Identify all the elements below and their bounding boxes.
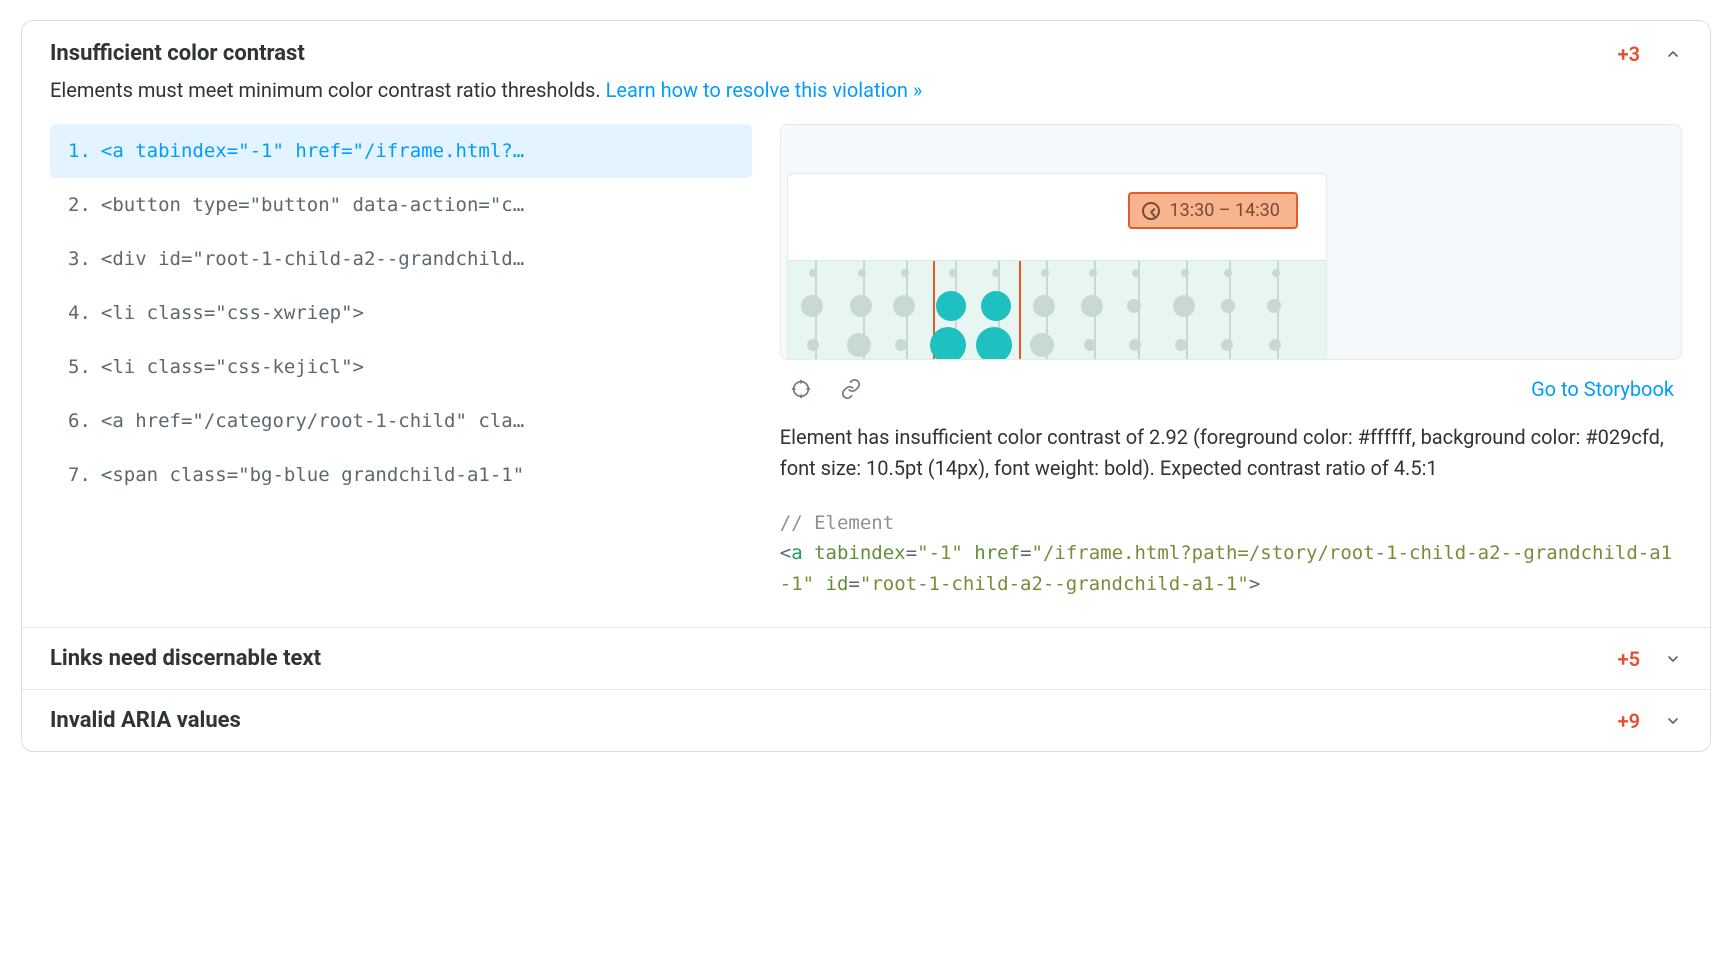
violation-code: <li class="css-kejicl">: [101, 356, 364, 378]
time-label: 13:30 – 14:30: [1170, 200, 1280, 221]
violation-code: <div id="root-1-child-a2--grandchild…: [101, 248, 524, 270]
violation-item[interactable]: 4. <li class="css-xwriep">: [50, 286, 752, 340]
section-header-contrast[interactable]: Insufficient color contrast +3: [22, 21, 1710, 74]
clock-icon: [1142, 202, 1160, 220]
violation-number: 5.: [68, 356, 91, 378]
section-header-links[interactable]: Links need discernable text +5: [22, 627, 1710, 689]
violation-number: 7.: [68, 464, 91, 486]
section-title: Insufficient color contrast: [50, 41, 305, 66]
chevron-down-icon: [1664, 650, 1682, 668]
element-code: // Element <a tabindex="-1" href="/ifram…: [780, 508, 1682, 599]
violations-list: 1. <a tabindex="-1" href="/iframe.html?……: [50, 124, 752, 599]
link-icon[interactable]: [838, 376, 864, 402]
description-text: Elements must meet minimum color contras…: [50, 78, 601, 102]
violation-item[interactable]: 3. <div id="root-1-child-a2--grandchild…: [50, 232, 752, 286]
violation-code: <li class="css-xwriep">: [101, 302, 364, 324]
section-header-aria[interactable]: Invalid ARIA values +9: [22, 689, 1710, 751]
section-meta: +5: [1618, 647, 1682, 671]
section-title: Invalid ARIA values: [50, 708, 241, 733]
violation-count-badge: +3: [1618, 42, 1640, 66]
section-meta: +3: [1618, 42, 1682, 66]
section-body: 1. <a tabindex="-1" href="/iframe.html?……: [22, 118, 1710, 627]
violation-number: 1.: [68, 140, 91, 162]
violation-item[interactable]: 2. <button type="button" data-action="c…: [50, 178, 752, 232]
time-chip: 13:30 – 14:30: [1128, 192, 1298, 229]
detail-pane: 13:30 – 14:30: [780, 124, 1682, 599]
go-to-storybook-link[interactable]: Go to Storybook: [1531, 377, 1674, 401]
violation-code: <span class="bg-blue grandchild-a1-1": [101, 464, 524, 486]
violation-count-badge: +9: [1618, 709, 1640, 733]
section-title: Links need discernable text: [50, 646, 321, 671]
violation-number: 3.: [68, 248, 91, 270]
violation-code: <a href="/category/root-1-child" cla…: [101, 410, 524, 432]
violation-item[interactable]: 6. <a href="/category/root-1-child" cla…: [50, 394, 752, 448]
violation-item[interactable]: 5. <li class="css-kejicl">: [50, 340, 752, 394]
preview-pattern: [788, 260, 1326, 360]
violation-number: 6.: [68, 410, 91, 432]
violation-number: 2.: [68, 194, 91, 216]
accessibility-panel: Insufficient color contrast +3 Elements …: [21, 20, 1711, 752]
section-meta: +9: [1618, 709, 1682, 733]
preview-thumbnail: 13:30 – 14:30: [780, 124, 1682, 360]
preview-actions: Go to Storybook: [780, 360, 1682, 422]
violation-count-badge: +5: [1618, 647, 1640, 671]
violation-number: 4.: [68, 302, 91, 324]
chevron-up-icon: [1664, 45, 1682, 63]
learn-more-link[interactable]: Learn how to resolve this violation »: [606, 78, 923, 102]
target-icon[interactable]: [788, 376, 814, 402]
violation-code: <a tabindex="-1" href="/iframe.html?…: [101, 140, 524, 162]
violation-message: Element has insufficient color contrast …: [780, 422, 1682, 484]
violation-code: <button type="button" data-action="c…: [101, 194, 524, 216]
violation-item[interactable]: 1. <a tabindex="-1" href="/iframe.html?…: [50, 124, 752, 178]
violation-item[interactable]: 7. <span class="bg-blue grandchild-a1-1": [50, 448, 752, 502]
section-description: Elements must meet minimum color contras…: [22, 74, 1710, 118]
preview-inner: 13:30 – 14:30: [787, 173, 1327, 360]
chevron-down-icon: [1664, 712, 1682, 730]
code-comment: // Element: [780, 512, 894, 534]
